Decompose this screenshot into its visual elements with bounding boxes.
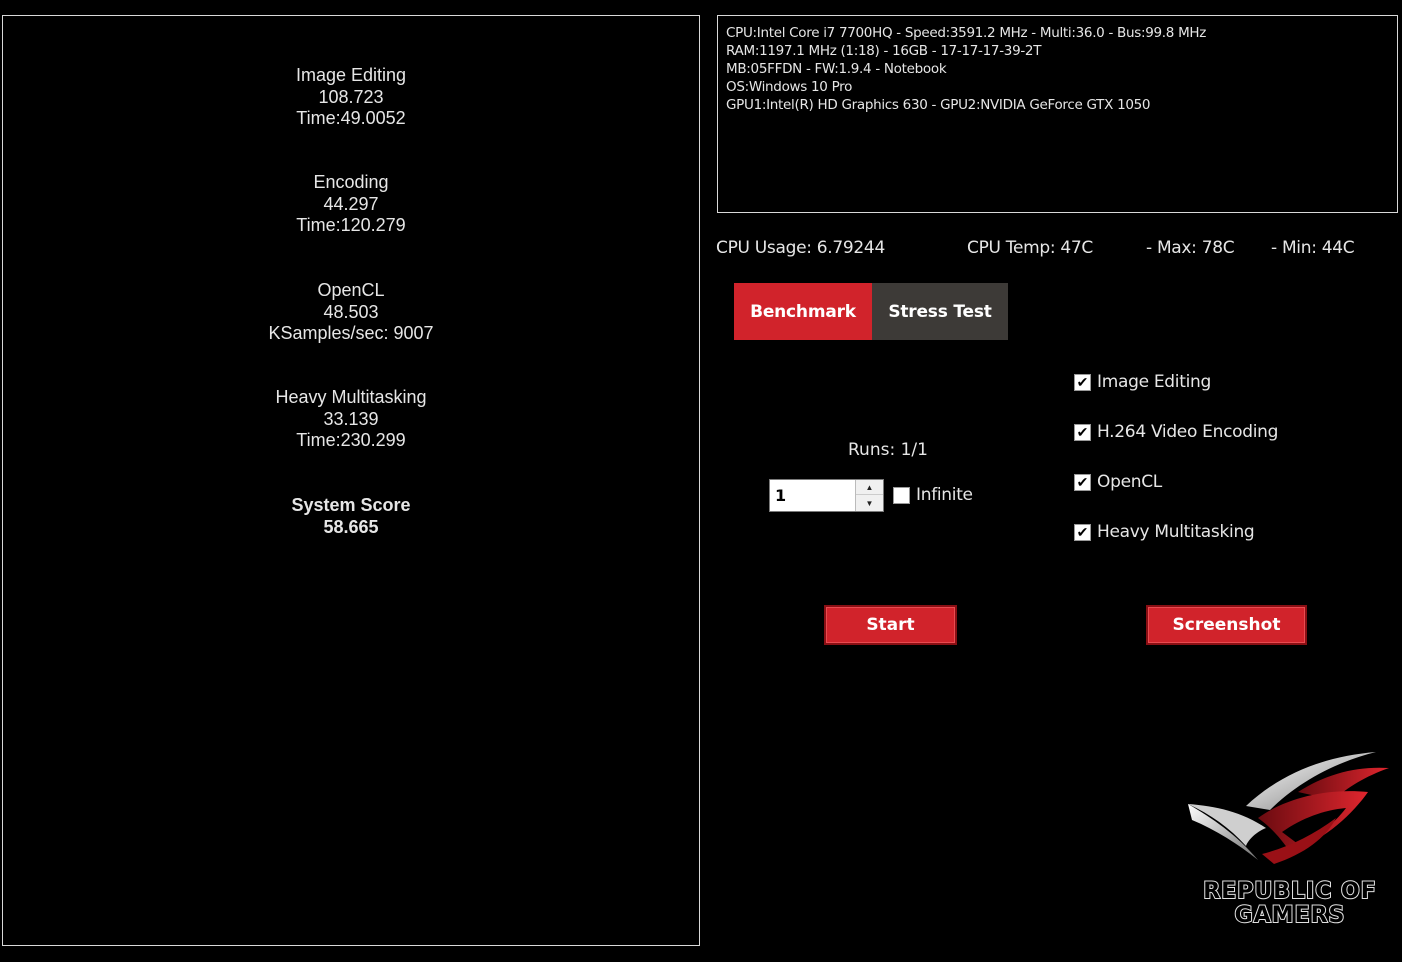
result-title: OpenCL — [317, 280, 385, 300]
result-title: Encoding — [313, 172, 389, 192]
result-time: Time:120.279 — [296, 215, 406, 235]
result-encoding: Encoding 44.297 Time:120.279 — [3, 172, 699, 237]
sysinfo-os: OS:Windows 10 Pro — [726, 79, 853, 95]
checkbox-label: Heavy Multitasking — [1097, 522, 1255, 542]
sysinfo-mb: MB:05FFDN - FW:1.9.4 - Notebook — [726, 61, 947, 77]
result-time: Time:230.299 — [296, 430, 406, 450]
runs-label: Runs: 1/1 — [848, 440, 928, 460]
rog-eye-logo-icon — [1188, 752, 1389, 864]
result-opencl: OpenCL 48.503 KSamples/sec: 9007 — [3, 280, 699, 345]
checkbox-image-editing[interactable]: ✔ Image Editing — [1074, 372, 1211, 392]
checkmark-icon[interactable]: ✔ — [1074, 373, 1091, 391]
system-score-title: System Score — [291, 495, 411, 515]
result-score: 44.297 — [323, 193, 379, 214]
infinite-checkbox[interactable]: Infinite — [893, 485, 973, 505]
checkbox-opencl[interactable]: ✔ OpenCL — [1074, 472, 1162, 492]
result-title: Image Editing — [295, 65, 407, 85]
checkbox-h264-encoding[interactable]: ✔ H.264 Video Encoding — [1074, 422, 1278, 442]
result-score: 48.503 — [323, 301, 379, 322]
spin-up-button[interactable]: ▲ — [856, 480, 883, 495]
result-ksamples: KSamples/sec: 9007 — [268, 323, 434, 343]
system-score-value: 58.665 — [323, 516, 379, 537]
checkbox-label: H.264 Video Encoding — [1097, 422, 1279, 442]
result-system-score: System Score 58.665 — [3, 495, 699, 538]
rog-wordmark: REPUBLIC OF GAMERS — [1190, 879, 1390, 929]
result-score: 33.139 — [323, 408, 379, 429]
infinite-label: Infinite — [916, 485, 973, 505]
arrow-up-icon: ▲ — [865, 482, 874, 492]
screenshot-button[interactable]: Screenshot — [1146, 605, 1307, 645]
checkmark-icon[interactable]: ✔ — [1074, 473, 1091, 491]
wordmark-line-2: GAMERS — [1234, 903, 1346, 929]
runs-stepper: ▲ ▼ — [769, 479, 884, 512]
sysinfo-cpu: CPU:Intel Core i7 7700HQ - Speed:3591.2 … — [726, 25, 1207, 41]
start-button[interactable]: Start — [824, 605, 957, 645]
checkbox-label: OpenCL — [1097, 472, 1162, 492]
wordmark-line-1: REPUBLIC OF — [1202, 879, 1377, 905]
checkbox-label: Image Editing — [1097, 372, 1211, 392]
result-time: Time:49.0052 — [296, 108, 406, 128]
arrow-down-icon: ▼ — [865, 499, 874, 508]
cpu-temp-min: - Min: 44C — [1271, 238, 1355, 258]
tab-benchmark[interactable]: Benchmark — [734, 283, 872, 340]
result-title: Heavy Multitasking — [275, 387, 427, 407]
runs-spinner: ▲ ▼ — [855, 480, 883, 511]
sysinfo-gpu: GPU1:Intel(R) HD Graphics 630 - GPU2:NVI… — [726, 97, 1151, 113]
checkmark-icon[interactable]: ✔ — [1074, 523, 1091, 541]
sysinfo-ram: RAM:1197.1 MHz (1:18) - 16GB - 17-17-17-… — [726, 43, 1042, 59]
checkbox-heavy-multitasking[interactable]: ✔ Heavy Multitasking — [1074, 522, 1255, 542]
tab-stress-test[interactable]: Stress Test — [872, 283, 1008, 340]
result-score: 108.723 — [318, 86, 384, 107]
cpu-temp-max: - Max: 78C — [1146, 238, 1235, 258]
runs-input[interactable] — [770, 480, 856, 511]
result-heavy-multitasking: Heavy Multitasking 33.139 Time:230.299 — [3, 387, 699, 452]
result-image-editing: Image Editing 108.723 Time:49.0052 — [3, 65, 699, 130]
cpu-temp: CPU Temp: 47C — [967, 238, 1094, 258]
checkbox-unchecked-icon[interactable] — [893, 486, 910, 504]
results-panel: Image Editing 108.723 Time:49.0052 Encod… — [2, 15, 700, 946]
system-info-box: CPU:Intel Core i7 7700HQ - Speed:3591.2 … — [717, 15, 1398, 213]
spin-down-button[interactable]: ▼ — [856, 496, 883, 511]
checkmark-icon[interactable]: ✔ — [1074, 423, 1091, 441]
cpu-usage: CPU Usage: 6.79244 — [716, 238, 885, 258]
